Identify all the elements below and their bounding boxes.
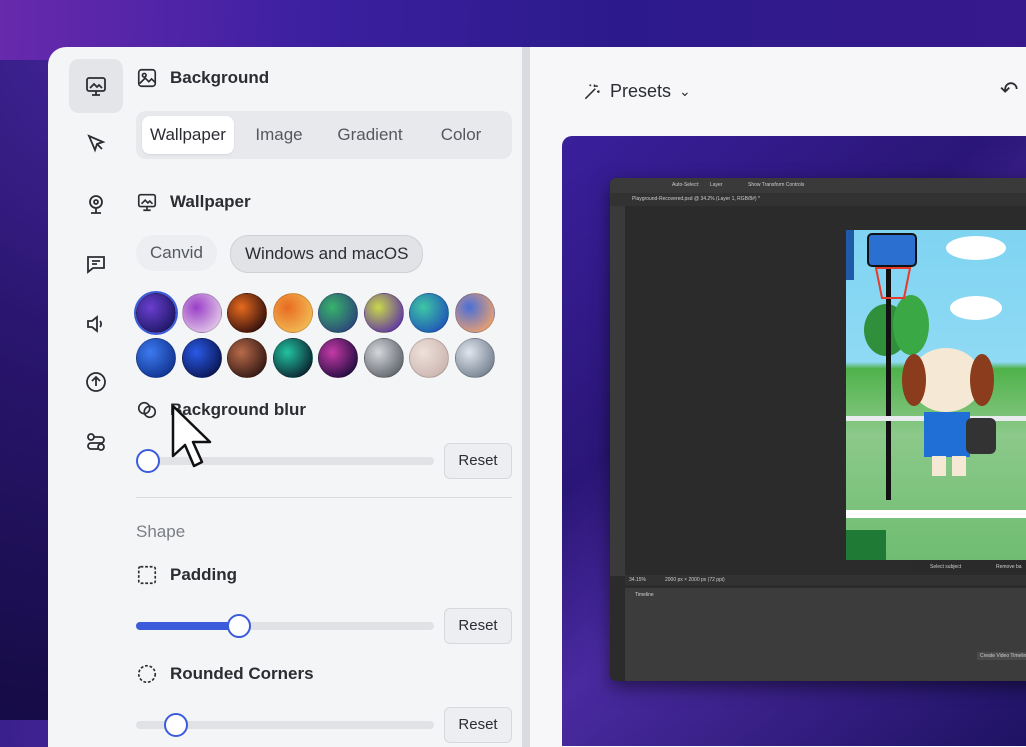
nav-background-button[interactable] (69, 59, 123, 113)
wallpaper-swatch-pink-dune[interactable] (181, 293, 222, 333)
wallpaper-swatch-sunset-orange[interactable] (272, 293, 313, 333)
wallpaper-title: Wallpaper (170, 192, 251, 211)
padding-icon (137, 565, 157, 585)
upload-icon (86, 372, 106, 392)
wallpaper-swatch-orange-fire[interactable] (227, 293, 267, 333)
wallpaper-swatch-teal-glow[interactable] (272, 338, 313, 378)
flow-icon (87, 433, 105, 451)
background-type-tabs: Wallpaper Image Gradient Color (136, 111, 512, 159)
ps-timeline-panel: Timeline Create Video Timeline (625, 588, 1026, 681)
wallpaper-swatch-blue-swirl[interactable] (136, 338, 176, 378)
rounded-slider-knob[interactable] (164, 713, 188, 737)
mouse-cursor-icon (171, 404, 212, 468)
padding-slider-fill (136, 622, 232, 630)
wallpaper-swatch-violet-glow[interactable] (318, 338, 358, 378)
chip-canvid[interactable]: Canvid (136, 235, 217, 271)
wallpaper-swatch-copper-swirl[interactable] (227, 338, 267, 378)
cursor-icon (87, 134, 106, 153)
tab-wallpaper[interactable]: Wallpaper (142, 116, 234, 154)
shape-label: Shape (136, 522, 186, 541)
blur-reset-button[interactable]: Reset (444, 443, 512, 479)
playground-illustration (846, 230, 1026, 560)
wallpaper-header: Wallpaper (136, 191, 251, 213)
padding-label: Padding (170, 565, 238, 584)
ps-layer: Layer (710, 182, 723, 188)
panel-splitter[interactable] (522, 47, 530, 747)
ps-zoom: 34.15% (629, 577, 646, 583)
padding-reset-button[interactable]: Reset (444, 608, 512, 644)
ps-auto-select: Auto-Select: (672, 182, 700, 188)
wallpaper-swatch-peach-wave[interactable] (454, 293, 495, 333)
nav-camera-button[interactable] (69, 177, 123, 231)
blur-slider-knob[interactable] (136, 449, 160, 473)
ps-contextual-bar: Select subject Remove ba (910, 561, 1026, 573)
rounded-reset-button[interactable]: Reset (444, 707, 512, 743)
recording-preview: Auto-Select: Layer Show Transform Contro… (562, 136, 1026, 746)
wallpaper-swatch-blue-green-wave[interactable] (409, 293, 449, 333)
background-header: Background (136, 67, 269, 89)
presets-dropdown[interactable]: Presets ⌄ (582, 81, 691, 102)
ps-artwork (846, 230, 1026, 560)
blur-icon (137, 401, 157, 419)
image-icon (137, 68, 157, 88)
wallpaper-swatch-deep-blue-flow[interactable] (181, 338, 222, 378)
wallpaper-swatch-glass-swirl[interactable] (454, 338, 495, 378)
undo-icon[interactable]: ↶ (1000, 77, 1018, 103)
chat-icon (87, 256, 105, 274)
wallpaper-swatch-rainbow-hills[interactable] (363, 293, 404, 333)
blur-header: Background blur (136, 399, 306, 421)
nav-automation-button[interactable] (69, 415, 123, 469)
ps-options-bar: Auto-Select: Layer Show Transform Contro… (610, 178, 1026, 193)
nav-export-button[interactable] (69, 355, 123, 409)
icon-sidebar (48, 47, 134, 747)
nav-annotations-button[interactable] (69, 237, 123, 291)
ps-timeline-label: Timeline (635, 592, 654, 598)
tab-image[interactable]: Image (236, 116, 322, 154)
ps-toolbar (610, 206, 625, 576)
wallpaper-swatch-silver-ribbons[interactable] (363, 338, 404, 378)
nav-cursor-button[interactable] (69, 117, 123, 171)
photoshop-window: Auto-Select: Layer Show Transform Contro… (610, 178, 1026, 681)
ps-create-video-button: Create Video Timeline (977, 652, 1026, 660)
ps-select-subject: Select subject (930, 564, 962, 570)
webcam-icon (89, 195, 103, 214)
rounded-label: Rounded Corners (170, 664, 314, 683)
speaker-icon (87, 315, 103, 333)
nav-audio-button[interactable] (69, 297, 123, 351)
rounded-corners-icon (137, 664, 157, 684)
ps-doc-size: 2000 px × 2000 px (72 ppi) (665, 577, 725, 583)
chevron-down-icon: ⌄ (679, 83, 691, 99)
chip-windows-macos[interactable]: Windows and macOS (230, 235, 424, 273)
wallpaper-swatch-green-aurora[interactable] (318, 293, 358, 333)
ps-show-transform: Show Transform Controls (748, 182, 805, 188)
preview-area: Presets ⌄ ↶ Auto-Select: Layer Show Tran… (530, 47, 1026, 747)
app-window: Background Wallpaper Image Gradient Colo… (48, 47, 1026, 747)
wallpaper-icon (137, 193, 157, 212)
wallpaper-swatch-purple-wave[interactable] (136, 293, 176, 333)
settings-panel: Background Wallpaper Image Gradient Colo… (134, 47, 528, 747)
ps-tab-title: Playground-Recovered.psd @ 34.2% (Layer … (632, 196, 760, 202)
section-divider (136, 497, 512, 498)
padding-header: Padding (136, 564, 237, 586)
ps-doc-tab: Playground-Recovered.psd @ 34.2% (Layer … (610, 193, 1026, 206)
presets-label: Presets (610, 81, 672, 101)
rounded-header: Rounded Corners (136, 663, 314, 685)
ps-remove-bg: Remove ba (996, 564, 1022, 570)
tab-color[interactable]: Color (418, 116, 504, 154)
magic-wand-icon (584, 84, 600, 99)
wallpaper-swatch-rose-silk[interactable] (409, 338, 449, 378)
wallpaper-icon (86, 77, 106, 96)
padding-slider-knob[interactable] (227, 614, 252, 638)
background-title: Background (170, 68, 270, 87)
tab-gradient[interactable]: Gradient (324, 116, 416, 154)
ps-status-bar: 34.15% 2000 px × 2000 px (72 ppi) (625, 575, 1026, 585)
